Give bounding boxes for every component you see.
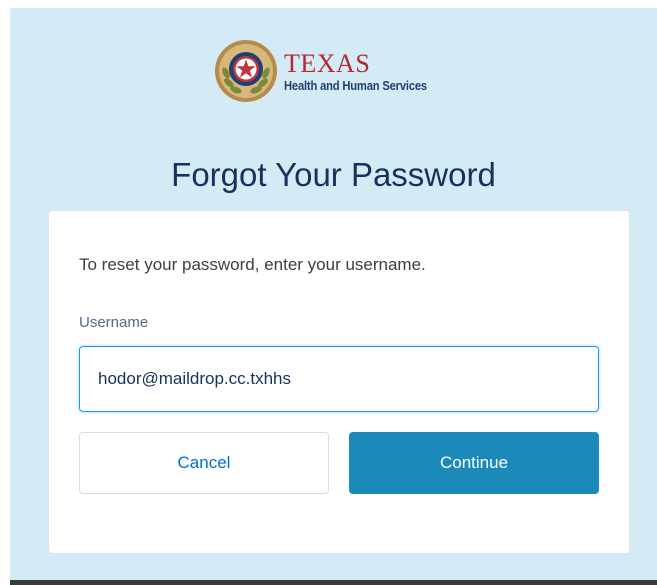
texas-seal-icon	[215, 40, 277, 102]
bottom-border	[10, 580, 657, 585]
logo-subtitle: Health and Human Services	[284, 77, 427, 93]
instructions-text: To reset your password, enter your usern…	[79, 255, 426, 274]
cancel-button[interactable]: Cancel	[79, 432, 329, 494]
page-title: Forgot Your Password	[171, 156, 496, 193]
logo-title: TEXAS	[284, 48, 371, 78]
continue-button[interactable]: Continue	[349, 432, 599, 494]
reset-form-card: To reset your password, enter your usern…	[48, 210, 630, 554]
username-label: Username	[79, 314, 149, 331]
username-input[interactable]	[79, 346, 599, 412]
hhs-logo: TEXAS Health and Human Services	[214, 39, 450, 103]
